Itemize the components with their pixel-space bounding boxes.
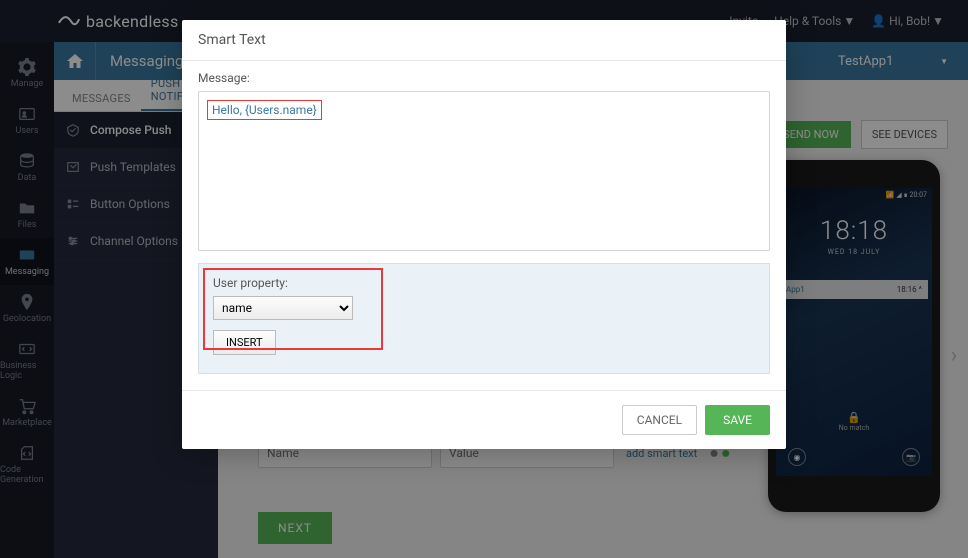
message-value: Hello, {Users.name} [207,100,322,120]
modal-title: Smart Text [182,20,786,61]
user-property-select[interactable]: name [213,296,353,320]
user-property-label: User property: [213,276,755,290]
insert-button[interactable]: INSERT [213,330,276,355]
smart-text-modal: Smart Text Message: Hello, {Users.name} … [182,20,786,449]
message-textarea[interactable]: Hello, {Users.name} [198,91,770,251]
message-label: Message: [198,71,770,85]
cancel-button[interactable]: CANCEL [622,405,697,435]
save-button[interactable]: SAVE [705,405,770,435]
